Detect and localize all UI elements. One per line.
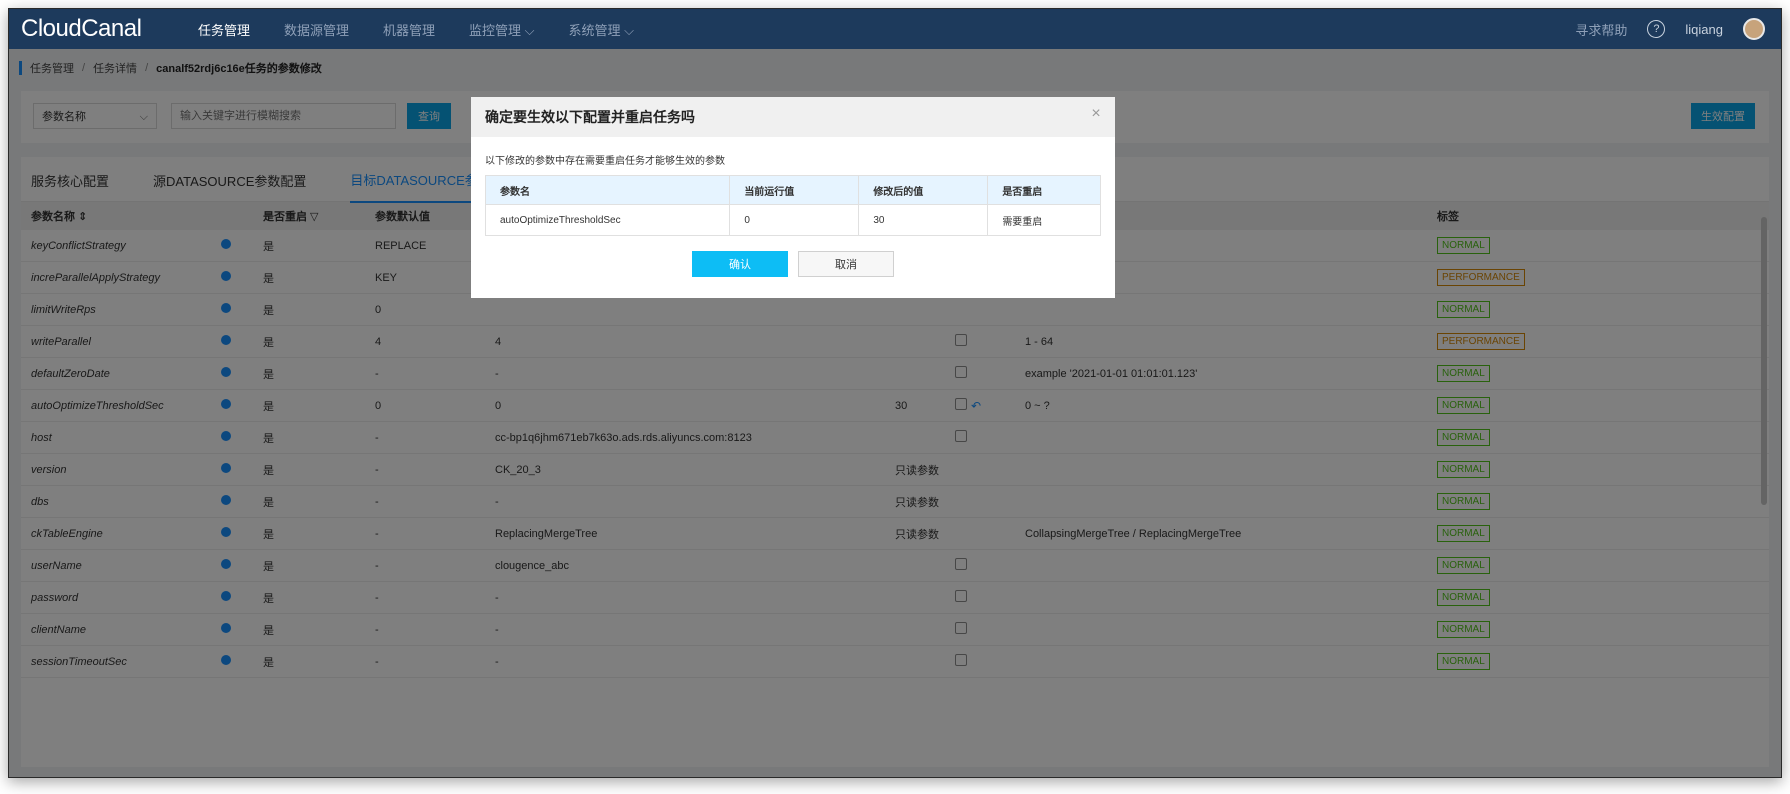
logo: CloudCanal: [21, 15, 142, 42]
dialog-cell: 需要重启: [987, 204, 1101, 236]
cancel-button[interactable]: 取消: [798, 251, 894, 277]
dialog-column-header: 当前运行值: [729, 175, 860, 205]
top-right: 寻求帮助 ? liqiang: [1575, 9, 1765, 49]
nav-item[interactable]: 监控管理 ⌵: [452, 20, 551, 39]
dialog-column-header: 是否重启: [987, 175, 1101, 205]
nav-item[interactable]: 系统管理 ⌵: [552, 20, 651, 39]
dialog-header: 确定要生效以下配置并重启任务吗 ×: [471, 97, 1115, 137]
dialog-table-row: autoOptimizeThresholdSec 0 30 需要重启: [484, 204, 1101, 236]
nav-item[interactable]: 任务管理: [181, 20, 267, 39]
dialog-cell: 0: [729, 204, 860, 236]
top-nav-bar: CloudCanal 任务管理 数据源管理 机器管理 监控管理 ⌵ 系统管理 ⌵ 寻求帮…: [9, 9, 1781, 49]
username[interactable]: liqiang: [1685, 22, 1723, 37]
avatar[interactable]: [1743, 18, 1765, 40]
nav-item[interactable]: 机器管理: [366, 20, 452, 39]
dialog-table-header: 参数名 当前运行值 修改后的值 是否重启: [484, 175, 1101, 205]
dialog-buttons: 确认 取消: [471, 251, 1115, 277]
dialog-title: 确定要生效以下配置并重启任务吗: [485, 109, 695, 125]
nav-item[interactable]: 数据源管理: [267, 20, 366, 39]
main-nav: 任务管理 数据源管理 机器管理 监控管理 ⌵ 系统管理 ⌵: [181, 9, 651, 49]
help-link[interactable]: 寻求帮助: [1575, 20, 1627, 39]
confirm-restart-dialog: 确定要生效以下配置并重启任务吗 × 以下修改的参数中存在需要重启任务才能够生效的…: [471, 97, 1115, 298]
confirm-button[interactable]: 确认: [692, 251, 788, 277]
dialog-cell: autoOptimizeThresholdSec: [484, 204, 731, 236]
dialog-column-header: 参数名: [484, 175, 731, 205]
question-icon[interactable]: ?: [1647, 20, 1666, 38]
dialog-cell: 30: [858, 204, 989, 236]
dialog-description: 以下修改的参数中存在需要重启任务才能够生效的参数: [485, 156, 725, 167]
dialog-column-header: 修改后的值: [858, 175, 989, 205]
dialog-table-body: autoOptimizeThresholdSec 0 30 需要重启: [484, 204, 1101, 236]
close-icon[interactable]: ×: [1089, 106, 1103, 122]
changed-params-table: 参数名 当前运行值 修改后的值 是否重启 autoOptimizeThresholdS…: [484, 175, 1101, 236]
app-window: CloudCanal 任务管理 数据源管理 机器管理 监控管理 ⌵ 系统管理 ⌵ 寻求帮…: [8, 8, 1782, 778]
